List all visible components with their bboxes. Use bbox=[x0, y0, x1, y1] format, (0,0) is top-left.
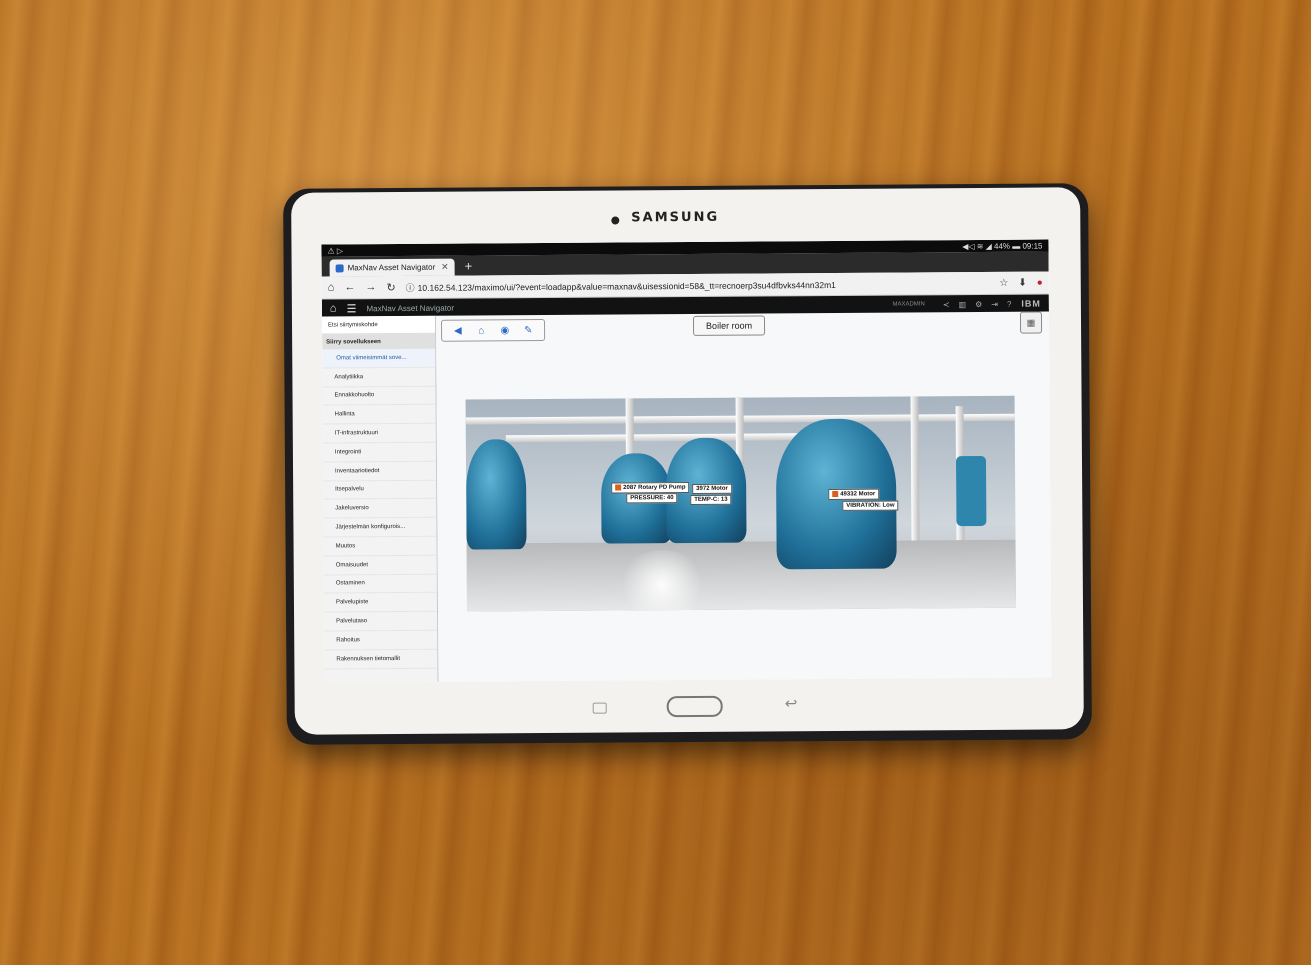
forward-arrow-icon[interactable]: → bbox=[365, 281, 376, 293]
status-left-icons: ⚠ ▷ bbox=[327, 245, 344, 256]
recent-apps-key[interactable] bbox=[592, 702, 607, 714]
opera-icon[interactable]: ● bbox=[1037, 277, 1043, 288]
settings-icon[interactable]: ⚙ bbox=[975, 299, 982, 308]
asset-tag-name: 49332 Motor bbox=[840, 491, 876, 498]
sidebar-item[interactable]: Integrointi bbox=[322, 442, 436, 463]
front-camera bbox=[611, 216, 620, 225]
asset-tag-name: 2087 Rotary PD Pump bbox=[623, 484, 686, 492]
user-name: MAXADMIN bbox=[892, 301, 925, 308]
maximo-tab-icon bbox=[335, 263, 344, 272]
sidebar-item[interactable]: Jakeluversio bbox=[323, 499, 437, 519]
boiler-room-image: 2087 Rotary PD Pump PRESSURE: 40 3972 Mo… bbox=[465, 395, 1017, 612]
reload-icon[interactable]: ↻ bbox=[386, 281, 395, 294]
globe-icon[interactable]: ◉ bbox=[498, 323, 512, 337]
location-button[interactable]: Boiler room bbox=[692, 315, 766, 336]
sidebar-item[interactable]: Ostaminen bbox=[323, 574, 437, 594]
asset-icon bbox=[832, 490, 839, 497]
info-icon[interactable]: ⓘ bbox=[406, 282, 415, 292]
app-home-icon[interactable]: ⌂ bbox=[330, 302, 337, 314]
back-arrow-icon[interactable]: ← bbox=[344, 281, 355, 293]
logout-icon[interactable]: ⇥ bbox=[991, 299, 998, 308]
sidebar-item[interactable]: Omaisuudet bbox=[323, 555, 437, 576]
asset-tag[interactable]: 2087 Rotary PD Pump bbox=[611, 481, 690, 494]
tablet-bezel: SAMSUNG ⚠ ▷ ◀◁ ≋ ◢ 44% ▬ 09:15 MaxNav As… bbox=[291, 187, 1084, 735]
sidebar-item[interactable]: Hallinta bbox=[322, 405, 436, 425]
asset-icon bbox=[615, 484, 622, 491]
boiler-left bbox=[465, 439, 527, 550]
bookmark-star-icon[interactable]: ☆ bbox=[999, 277, 1008, 288]
navigation-sidebar: Etsi siirtymiskohde Siirry sovellukseen … bbox=[321, 315, 439, 683]
tab-title: MaxNav Asset Navigator bbox=[347, 262, 436, 273]
home-icon[interactable]: ⌂ bbox=[328, 281, 335, 293]
floor bbox=[466, 539, 1017, 612]
calculator-icon[interactable]: ▦ bbox=[1019, 311, 1043, 334]
app-content: Etsi siirtymiskohde Siirry sovellukseen … bbox=[321, 311, 1052, 683]
sidebar-item[interactable]: Ennakkohuolto bbox=[322, 386, 436, 406]
help-icon[interactable]: ? bbox=[1007, 299, 1012, 308]
sidebar-item-recent[interactable]: Omat viimeisimmät sove... bbox=[322, 348, 436, 369]
share-icon[interactable]: ≺ bbox=[943, 300, 950, 309]
reports-icon[interactable]: ▥ bbox=[958, 300, 966, 309]
sidebar-item[interactable]: Muutos bbox=[323, 536, 437, 557]
back-key[interactable]: ↩ bbox=[785, 694, 798, 712]
sidebar-item[interactable]: Rakennuksen tietomallit bbox=[324, 649, 438, 670]
ibm-logo: IBM bbox=[1021, 298, 1041, 309]
hamburger-menu-icon[interactable]: ☰ bbox=[347, 302, 357, 315]
back-arrow-icon[interactable]: ◀ bbox=[451, 324, 465, 338]
asset-navigator-main: ◀ ⌂ ◉ ✎ Boiler room ▦ 2087 Rotary PD Pum… bbox=[435, 311, 1052, 682]
address-bar[interactable]: ⓘ 10.162.54.123/maximo/ui/?event=loadapp&… bbox=[406, 276, 990, 293]
status-right-info: ◀◁ ≋ ◢ 44% ▬ 09:15 bbox=[962, 241, 1043, 251]
sidebar-item[interactable]: Palvelupiste bbox=[323, 593, 438, 613]
asset-reading: VIBRATION: Low bbox=[842, 500, 899, 511]
new-tab-button[interactable]: + bbox=[465, 258, 473, 273]
tablet-device: SAMSUNG ⚠ ▷ ◀◁ ≋ ◢ 44% ▬ 09:15 MaxNav As… bbox=[283, 183, 1092, 745]
sidebar-item[interactable]: Inventaariotiedot bbox=[322, 461, 437, 482]
edit-icon[interactable]: ✎ bbox=[521, 323, 535, 337]
sidebar-item[interactable]: Järjestelmän konfigurois... bbox=[323, 517, 437, 538]
app-title: MaxNav Asset Navigator bbox=[366, 303, 455, 313]
asset-tag[interactable]: 49332 Motor bbox=[828, 488, 880, 500]
sidebar-item[interactable]: Palvelutaso bbox=[324, 611, 438, 632]
sidebar-item[interactable]: Itsepalvelu bbox=[323, 480, 437, 500]
app-bar-icons: ≺ ▥ ⚙ ⇥ ? bbox=[943, 299, 1012, 308]
pump-unit bbox=[955, 455, 987, 527]
download-icon[interactable]: ⬇ bbox=[1018, 277, 1026, 288]
sidebar-search[interactable]: Etsi siirtymiskohde bbox=[321, 315, 436, 335]
url-text: 10.162.54.123/maximo/ui/?event=loadapp&v… bbox=[417, 279, 836, 293]
navigator-toolbar: ◀ ⌂ ◉ ✎ bbox=[440, 318, 546, 342]
device-brand: SAMSUNG bbox=[631, 209, 720, 226]
sidebar-item[interactable]: IT-infrastruktuuri bbox=[322, 423, 436, 444]
tablet-screen: ⚠ ▷ ◀◁ ≋ ◢ 44% ▬ 09:15 MaxNav Asset Navi… bbox=[321, 239, 1052, 683]
browser-tab[interactable]: MaxNav Asset Navigator ✕ bbox=[329, 258, 455, 277]
sidebar-item[interactable]: Analytiikka bbox=[322, 367, 436, 388]
pipe bbox=[505, 433, 806, 443]
asset-reading: TEMP-C: 13 bbox=[690, 494, 732, 505]
close-icon[interactable]: ✕ bbox=[441, 262, 449, 273]
home-key[interactable] bbox=[666, 695, 723, 718]
home-icon[interactable]: ⌂ bbox=[474, 323, 488, 337]
sidebar-section-header[interactable]: Siirry sovellukseen bbox=[322, 333, 436, 350]
asset-reading: PRESSURE: 40 bbox=[626, 493, 678, 504]
browser-actions: ☆ ⬇ ● bbox=[999, 277, 1042, 288]
asset-tag[interactable]: 3972 Motor bbox=[692, 483, 732, 494]
sidebar-item[interactable]: Rahoitus bbox=[324, 630, 438, 651]
hardware-keys: ↩ bbox=[295, 689, 1084, 723]
